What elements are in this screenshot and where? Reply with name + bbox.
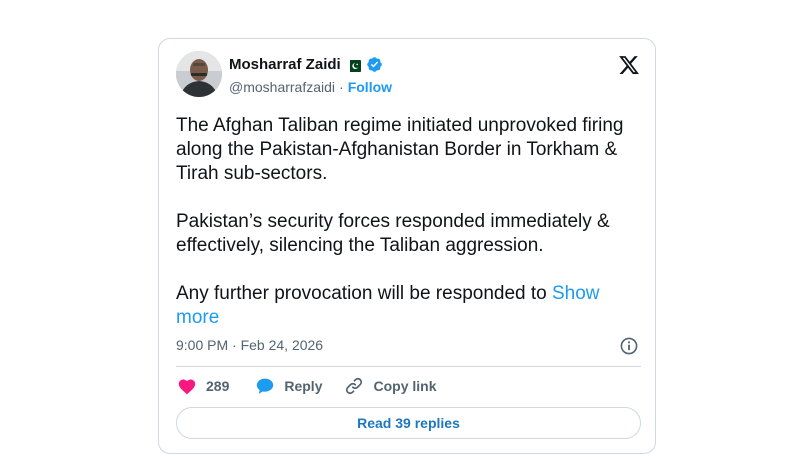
copy-link-label: Copy link <box>373 378 437 394</box>
heart-icon <box>178 379 196 395</box>
like-button[interactable]: 289 <box>177 377 229 395</box>
copy-link-button[interactable]: Copy link <box>344 376 437 396</box>
tweet-paragraph-1: The Afghan Taliban regime initiated unpr… <box>176 115 629 184</box>
separator-dot: · <box>339 79 344 95</box>
link-icon <box>346 377 363 395</box>
reply-button[interactable]: Reply <box>255 377 322 395</box>
tweet-card: Mosharraf Zaidi @mosharrafzaidi · Follow <box>158 38 656 454</box>
verified-badge-icon <box>366 56 383 73</box>
author-name-row: Mosharraf Zaidi <box>229 56 383 73</box>
reply-label: Reply <box>284 378 323 394</box>
tweet-timestamp[interactable]: 9:00 PM · Feb 24, 2026 <box>176 337 323 353</box>
read-replies-label: Read 39 replies <box>357 415 460 431</box>
tweet-paragraph-3: Any further provocation will be responde… <box>176 283 552 304</box>
like-count: 289 <box>206 378 230 394</box>
author-handle[interactable]: @mosharrafzaidi <box>229 79 335 95</box>
author-handle-row: @mosharrafzaidi · Follow <box>229 79 392 95</box>
follow-button[interactable]: Follow <box>348 79 392 95</box>
action-bar: 289 Reply Copy link <box>177 375 437 397</box>
tweet-paragraph-2: Pakistan’s security forces responded imm… <box>176 211 615 256</box>
divider <box>176 366 641 367</box>
read-replies-button[interactable]: Read 39 replies <box>176 407 641 439</box>
author-name[interactable]: Mosharraf Zaidi <box>229 56 341 73</box>
avatar[interactable] <box>176 51 222 97</box>
x-logo-icon[interactable] <box>617 54 641 76</box>
pakistan-flag-icon <box>345 59 361 72</box>
tweet-text: The Afghan Taliban regime initiated unpr… <box>176 114 646 330</box>
info-icon[interactable] <box>619 336 639 356</box>
reply-bubble-icon <box>257 378 274 394</box>
